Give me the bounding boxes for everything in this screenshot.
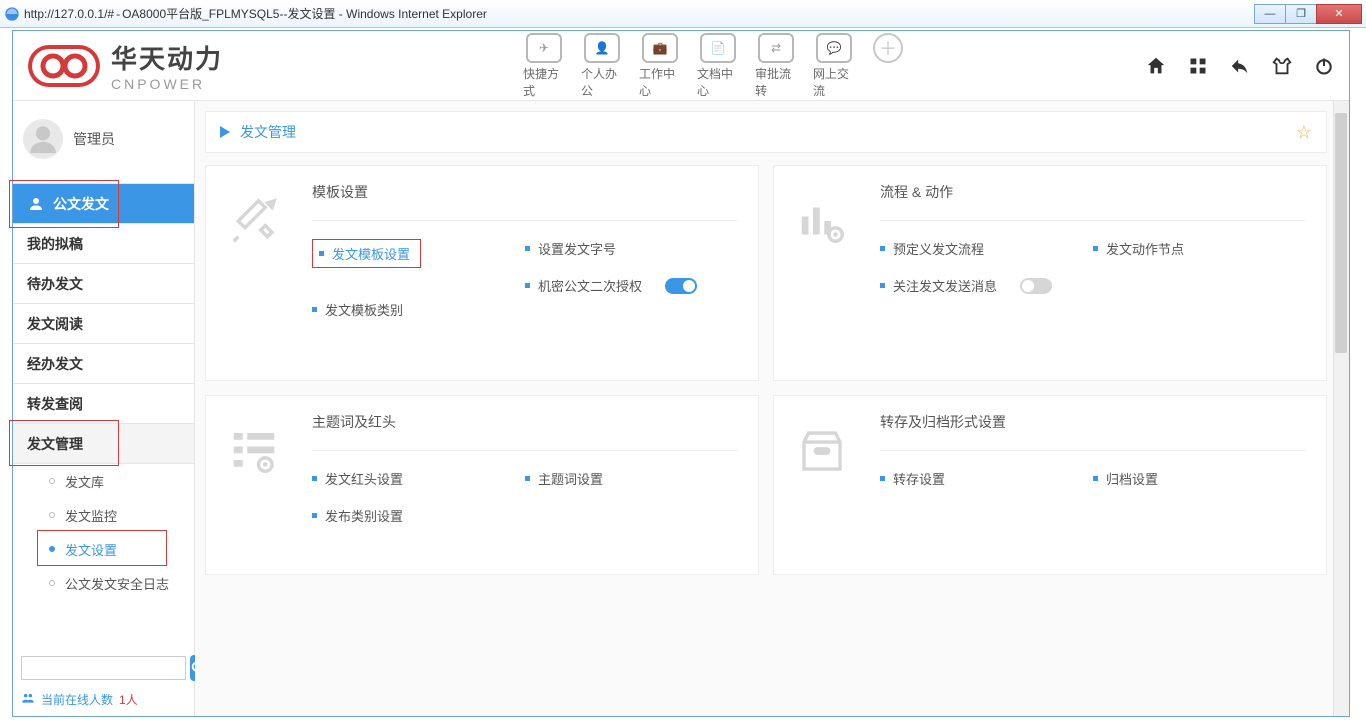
header: 华天动力 CNPOWER ✈ 快捷方式 👤 个人办公 💼 工作中心 📄 文档中心 bbox=[13, 31, 1349, 101]
document-icon: 📄 bbox=[711, 41, 726, 55]
search-input[interactable] bbox=[21, 656, 186, 680]
online-count: 当前在线人数 1人 bbox=[21, 691, 186, 708]
triangle-icon bbox=[220, 126, 230, 138]
user-widget: 管理员 bbox=[13, 101, 194, 183]
toggle-off[interactable] bbox=[1020, 278, 1052, 294]
nav-item-todo[interactable]: 待办发文 bbox=[13, 264, 194, 304]
link-publish-category[interactable]: 发布类别设置 bbox=[312, 506, 525, 525]
link-follow-msg[interactable]: 关注发文发送消息 bbox=[880, 276, 1093, 295]
people-icon bbox=[21, 691, 35, 708]
apps-icon[interactable] bbox=[1187, 55, 1209, 77]
toggle-on[interactable] bbox=[665, 278, 697, 294]
card-title: 转存及归档形式设置 bbox=[880, 412, 1306, 451]
reply-icon[interactable] bbox=[1229, 55, 1251, 77]
avatar[interactable] bbox=[23, 119, 63, 159]
tshirt-icon[interactable] bbox=[1271, 55, 1293, 77]
list-gear-icon bbox=[206, 396, 302, 574]
window-title: OA8000平台版_FPLMYSQL5--发文设置 - Windows Inte… bbox=[122, 5, 487, 22]
chat-icon: 💬 bbox=[827, 41, 842, 55]
plus-icon: ＋ bbox=[873, 33, 903, 63]
main-panel: 发文管理 ☆ 模板设置 发文模板设置 bbox=[195, 101, 1349, 716]
logo: 华天动力 CNPOWER bbox=[27, 39, 223, 92]
window-titlebar: http://127.0.0.1/# - OA8000平台版_FPLMYSQL5… bbox=[0, 0, 1366, 28]
link-template-category[interactable]: 发文模板类别 bbox=[312, 300, 525, 319]
logo-mark-icon bbox=[27, 44, 101, 88]
circle-icon bbox=[49, 546, 55, 552]
subnav: 发文库 发文监控 发文设置 公文发文安全日志 bbox=[13, 464, 194, 600]
page-title: 发文管理 bbox=[240, 122, 296, 142]
topnav-shortcut[interactable]: ✈ 快捷方式 bbox=[523, 33, 565, 99]
link-template-settings[interactable]: 发文模板设置 bbox=[312, 239, 421, 268]
subnav-item-library[interactable]: 发文库 bbox=[13, 464, 194, 498]
scrollbar[interactable] bbox=[1333, 101, 1349, 716]
nav-item-forward[interactable]: 转发查阅 bbox=[13, 384, 194, 424]
top-nav: ✈ 快捷方式 👤 个人办公 💼 工作中心 📄 文档中心 ⇄ 审批流转 💬 网 bbox=[523, 33, 905, 99]
tools-icon bbox=[206, 166, 302, 380]
card-archive: 转存及归档形式设置 转存设置 归档设置 bbox=[773, 395, 1327, 575]
ie-icon bbox=[4, 6, 20, 22]
app-frame: 华天动力 CNPOWER ✈ 快捷方式 👤 个人办公 💼 工作中心 📄 文档中心 bbox=[12, 30, 1350, 717]
card-title: 流程 & 动作 bbox=[880, 182, 1306, 221]
nav-menu: 公文发文 我的拟稿 待办发文 发文阅读 经办发文 转发查阅 发文管理 发文库 发… bbox=[13, 183, 194, 600]
card-title: 主题词及红头 bbox=[312, 412, 738, 451]
window-close[interactable]: ✕ bbox=[1316, 4, 1362, 24]
circle-icon bbox=[49, 580, 55, 586]
briefcase-icon: 💼 bbox=[653, 41, 668, 55]
window-url: http://127.0.0.1/# bbox=[24, 7, 114, 21]
link-secret-auth[interactable]: 机密公文二次授权 bbox=[525, 276, 738, 295]
nav-item-manage[interactable]: 发文管理 bbox=[13, 424, 194, 464]
topnav-personal[interactable]: 👤 个人办公 bbox=[581, 33, 623, 99]
flow-icon: ⇄ bbox=[771, 41, 781, 55]
topnav-docs[interactable]: 📄 文档中心 bbox=[697, 33, 739, 99]
topnav-add[interactable]: ＋ bbox=[871, 33, 905, 99]
power-icon[interactable] bbox=[1313, 55, 1335, 77]
link-redhead[interactable]: 发文红头设置 bbox=[312, 469, 525, 488]
sidebar: 管理员 公文发文 我的拟稿 待办发文 发文阅读 经办发文 转发查阅 发文管理 bbox=[13, 101, 195, 716]
subnav-item-security[interactable]: 公文发文安全日志 bbox=[13, 566, 194, 600]
nav-item-read[interactable]: 发文阅读 bbox=[13, 304, 194, 344]
star-icon[interactable]: ☆ bbox=[1296, 122, 1312, 143]
archive-icon bbox=[774, 396, 870, 574]
scroll-thumb[interactable] bbox=[1335, 113, 1347, 353]
topnav-approval[interactable]: ⇄ 审批流转 bbox=[755, 33, 797, 99]
breadcrumb: 发文管理 ☆ bbox=[205, 111, 1327, 153]
chart-gear-icon bbox=[774, 166, 870, 380]
subnav-item-settings[interactable]: 发文设置 bbox=[13, 532, 194, 566]
link-subject-word[interactable]: 主题词设置 bbox=[525, 469, 738, 488]
card-title: 模板设置 bbox=[312, 182, 738, 221]
home-icon[interactable] bbox=[1145, 55, 1167, 77]
window-minimize[interactable]: — bbox=[1254, 4, 1286, 24]
topnav-chat[interactable]: 💬 网上交流 bbox=[813, 33, 855, 99]
username: 管理员 bbox=[73, 129, 115, 149]
nav-item-gongwen[interactable]: 公文发文 bbox=[13, 184, 194, 224]
circle-icon bbox=[49, 512, 55, 518]
topnav-work[interactable]: 💼 工作中心 bbox=[639, 33, 681, 99]
sidebar-search bbox=[21, 655, 186, 681]
link-archive[interactable]: 归档设置 bbox=[1093, 469, 1306, 488]
link-transfer[interactable]: 转存设置 bbox=[880, 469, 1093, 488]
link-predefined-flow[interactable]: 预定义发文流程 bbox=[880, 239, 1093, 258]
user-gear-icon: 👤 bbox=[595, 41, 610, 55]
window-maximize[interactable]: ❐ bbox=[1285, 4, 1317, 24]
logo-text: 华天动力 CNPOWER bbox=[111, 39, 223, 92]
link-action-node[interactable]: 发文动作节点 bbox=[1093, 239, 1306, 258]
paperplane-icon: ✈ bbox=[539, 41, 549, 55]
circle-icon bbox=[49, 478, 55, 484]
user-icon bbox=[27, 195, 45, 213]
nav-item-done[interactable]: 经办发文 bbox=[13, 344, 194, 384]
card-template: 模板设置 发文模板设置 发文模板类别 设置发文字号 机密公文二次授权 bbox=[205, 165, 759, 381]
card-subject: 主题词及红头 发文红头设置 发布类别设置 主题词设置 bbox=[205, 395, 759, 575]
nav-item-draft[interactable]: 我的拟稿 bbox=[13, 224, 194, 264]
subnav-item-monitor[interactable]: 发文监控 bbox=[13, 498, 194, 532]
card-process: 流程 & 动作 预定义发文流程 关注发文发送消息 发文动作节点 bbox=[773, 165, 1327, 381]
link-doc-number[interactable]: 设置发文字号 bbox=[525, 239, 738, 258]
top-right bbox=[1145, 55, 1335, 77]
